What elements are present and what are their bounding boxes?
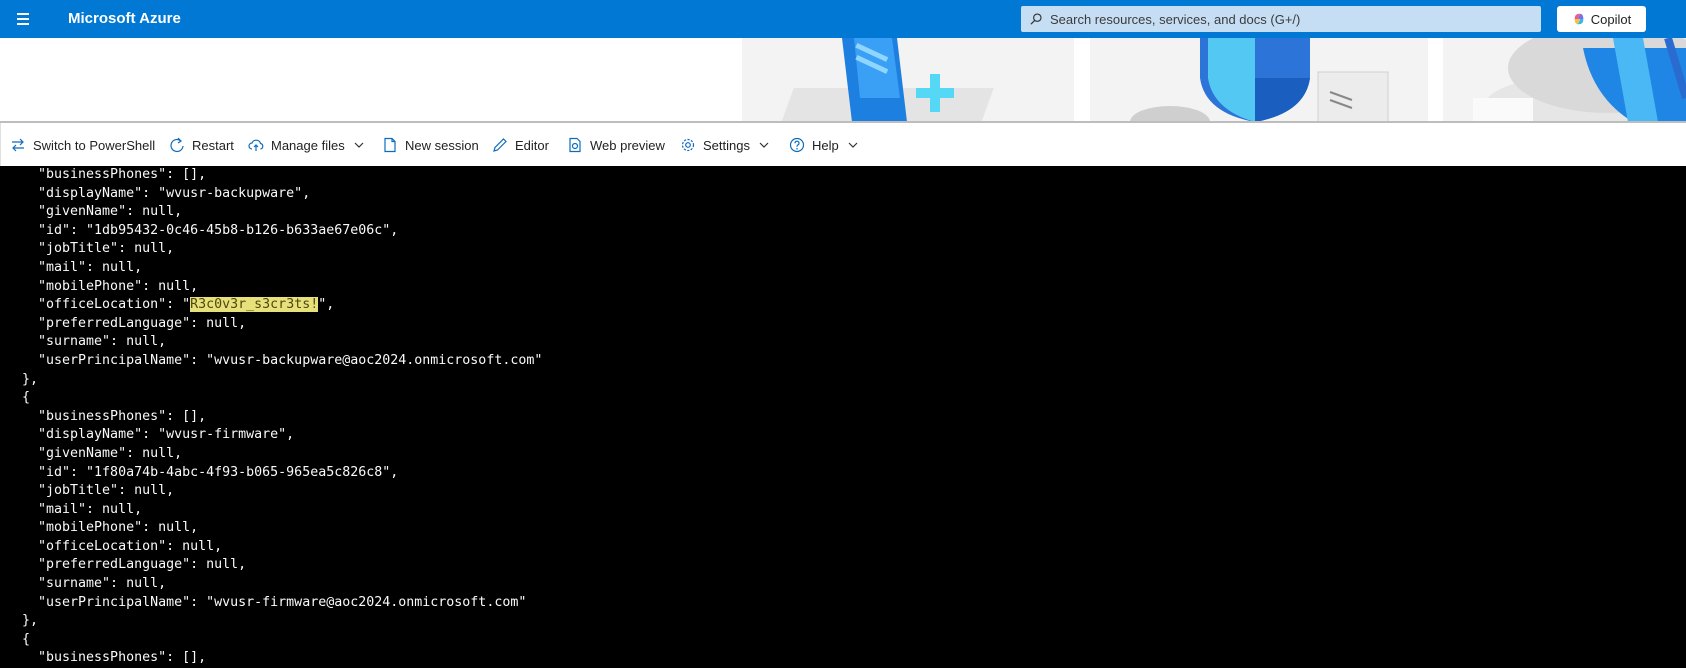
switch-arrows-icon <box>12 138 24 152</box>
manage-files-label: Manage files <box>271 137 345 153</box>
new-session-icon <box>384 137 396 153</box>
terminal-text: "givenName": null, <box>22 445 183 461</box>
web-preview-label: Web preview <box>590 137 665 153</box>
editor-label: Editor <box>515 137 549 153</box>
terminal-text: }, <box>22 613 39 629</box>
terminal-text: "displayName": "wvusr-firmware", <box>22 427 295 443</box>
settings-label: Settings <box>703 137 750 153</box>
chevron-down-icon <box>354 142 364 148</box>
restart-icon <box>170 137 184 153</box>
terminal-line: "officeLocation": "R3c0v3r_s3cr3ts!", <box>22 296 1686 315</box>
terminal-line: "jobTitle": null, <box>22 240 1686 259</box>
new-session-label: New session <box>405 137 479 153</box>
terminal-text: "mail": null, <box>22 259 143 275</box>
terminal-text: "mobilePhone": null, <box>22 520 199 536</box>
terminal-text: "jobTitle": null, <box>22 241 175 257</box>
terminal-line: "preferredLanguage": null, <box>22 315 1686 334</box>
terminal-text: "id": "1db95432-0c46-45b8-b126-b633ae67e… <box>22 222 399 238</box>
top-bar: Microsoft Azure Copilot <box>0 0 1686 38</box>
terminal-line: "businessPhones": [], <box>22 649 1686 668</box>
terminal-line: "businessPhones": [], <box>22 408 1686 427</box>
terminal-text: "displayName": "wvusr-backupware", <box>22 185 311 201</box>
terminal-text: { <box>22 390 31 406</box>
terminal-text: "userPrincipalName": "wvusr-backupware@a… <box>22 352 543 368</box>
terminal-text: "id": "1f80a74b-4abc-4f93-b065-965ea5c82… <box>22 464 399 480</box>
terminal-text: { <box>22 631 31 647</box>
terminal-output[interactable]: "businessPhones": [], "displayName": "wv… <box>0 166 1686 668</box>
terminal-text: "preferredLanguage": null, <box>22 557 247 573</box>
copilot-label: Copilot <box>1590 11 1632 27</box>
terminal-line: "givenName": null, <box>22 203 1686 222</box>
help-button[interactable]: Help <box>789 135 859 155</box>
terminal-text: "businessPhones": [], <box>22 408 207 424</box>
terminal-line: { <box>22 389 1686 408</box>
terminal-line: "id": "1f80a74b-4abc-4f93-b065-965ea5c82… <box>22 464 1686 483</box>
terminal-line: "officeLocation": null, <box>22 538 1686 557</box>
manage-files-button[interactable]: Manage files <box>248 135 365 155</box>
web-preview-icon <box>569 137 581 153</box>
terminal-text: "businessPhones": [], <box>22 167 207 182</box>
copilot-icon <box>1574 13 1584 25</box>
terminal-line: "mail": null, <box>22 259 1686 278</box>
terminal-line: "givenName": null, <box>22 445 1686 464</box>
terminal-line: "id": "1db95432-0c46-45b8-b126-b633ae67e… <box>22 222 1686 241</box>
restart-label: Restart <box>192 137 234 153</box>
web-preview-button[interactable]: Web preview <box>567 135 665 155</box>
terminal-text: "surname": null, <box>22 334 167 350</box>
terminal-line: }, <box>22 612 1686 631</box>
switch-to-powershell-label: Switch to PowerShell <box>33 137 156 153</box>
terminal-line: "userPrincipalName": "wvusr-firmware@aoc… <box>22 594 1686 613</box>
search-input[interactable] <box>1050 11 1530 27</box>
settings-button[interactable]: Settings <box>680 135 770 155</box>
cloud-shell-banner <box>0 38 1686 122</box>
help-label: Help <box>812 137 839 153</box>
terminal-text: "userPrincipalName": "wvusr-firmware@aoc… <box>22 594 527 610</box>
banner-illustration-2 <box>1090 38 1428 122</box>
terminal-line: "surname": null, <box>22 575 1686 594</box>
terminal-text: "givenName": null, <box>22 204 183 220</box>
pencil-icon <box>493 138 507 152</box>
switch-to-powershell-button[interactable]: Switch to PowerShell <box>10 135 155 155</box>
terminal-text: "officeLocation": " <box>22 297 191 313</box>
terminal-text: "jobTitle": null, <box>22 483 175 499</box>
chevron-down-icon <box>759 142 769 148</box>
terminal-line: { <box>22 631 1686 650</box>
terminal-line: "surname": null, <box>22 333 1686 352</box>
restart-button[interactable]: Restart <box>169 135 234 155</box>
brand-title[interactable]: Microsoft Azure <box>68 10 181 27</box>
help-icon <box>789 137 805 153</box>
banner-illustration-1 <box>742 38 1074 122</box>
cloud-shell-toolbar: Switch to PowerShell Restart Manage file… <box>0 123 1686 166</box>
menu-icon[interactable] <box>14 10 36 28</box>
terminal-line: "displayName": "wvusr-firmware", <box>22 426 1686 445</box>
terminal-text: }, <box>22 371 39 387</box>
terminal-line: "mobilePhone": null, <box>22 278 1686 297</box>
terminal-text: "preferredLanguage": null, <box>22 315 247 331</box>
terminal-line: "preferredLanguage": null, <box>22 556 1686 575</box>
terminal-line: }, <box>22 371 1686 390</box>
terminal-text: "businessPhones": [], <box>22 650 207 666</box>
terminal-text: "mobilePhone": null, <box>22 278 199 294</box>
copilot-button[interactable]: Copilot <box>1557 6 1646 32</box>
search-icon <box>1030 13 1042 25</box>
gear-icon <box>681 138 695 152</box>
search-box[interactable] <box>1021 6 1541 32</box>
new-session-button[interactable]: New session <box>382 135 479 155</box>
terminal-line: "displayName": "wvusr-backupware", <box>22 185 1686 204</box>
terminal-text: "surname": null, <box>22 576 167 592</box>
terminal-line: "mail": null, <box>22 501 1686 520</box>
editor-button[interactable]: Editor <box>492 135 549 155</box>
terminal-text: "mail": null, <box>22 501 143 517</box>
terminal-text: ", <box>318 297 335 313</box>
chevron-down-icon <box>848 142 858 148</box>
terminal-line: "userPrincipalName": "wvusr-backupware@a… <box>22 352 1686 371</box>
terminal-text: "officeLocation": null, <box>22 538 223 554</box>
banner-illustration-3 <box>1443 38 1686 122</box>
cloud-upload-icon <box>248 139 264 151</box>
terminal-line: "mobilePhone": null, <box>22 519 1686 538</box>
terminal-line: "businessPhones": [], <box>22 166 1686 185</box>
terminal-line: "jobTitle": null, <box>22 482 1686 501</box>
search-highlight: R3c0v3r_s3cr3ts! <box>190 297 319 313</box>
